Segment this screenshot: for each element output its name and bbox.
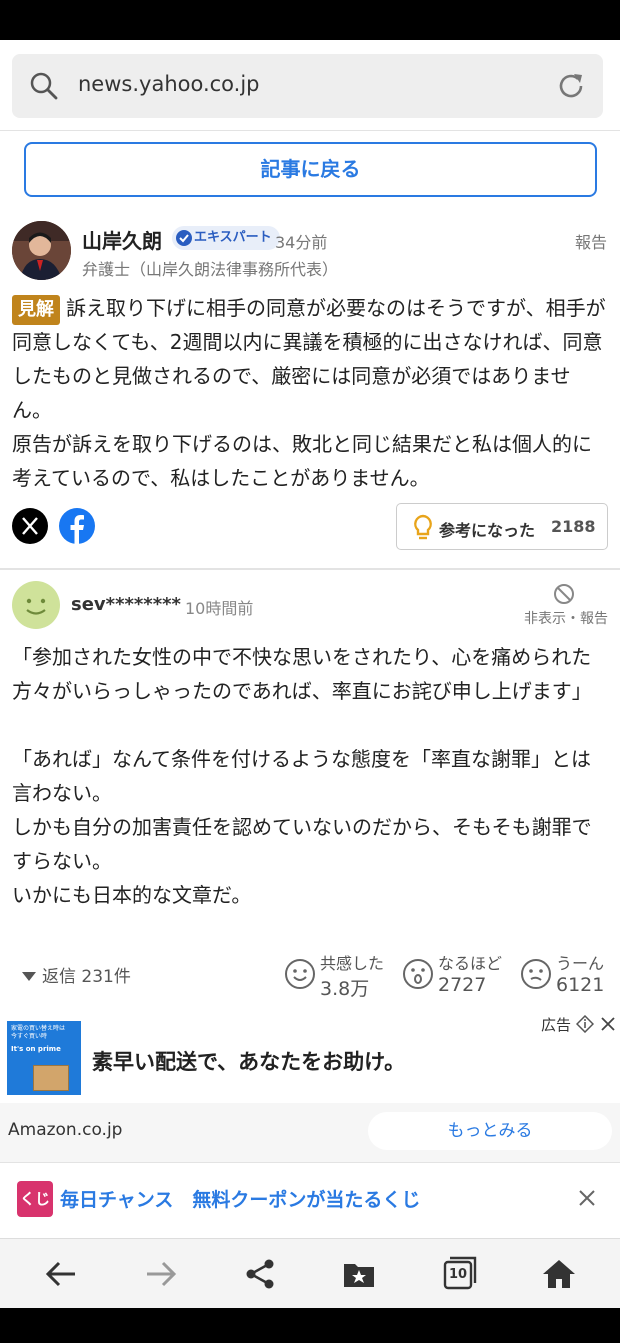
banner-text[interactable]: 毎日チャンス 無料クーポンが当たるくじ [60, 1185, 420, 1212]
x-share-icon[interactable] [12, 508, 48, 544]
report-link[interactable]: 報告 [575, 229, 607, 253]
hide-report-link[interactable]: 非表示・報告 [524, 608, 608, 628]
helpful-button[interactable]: 参考になった 2188 [396, 503, 608, 550]
bookmark-folder-icon[interactable] [342, 1258, 376, 1290]
kuji-icon[interactable]: くじ [17, 1181, 53, 1217]
back-arrow-icon[interactable] [44, 1258, 78, 1290]
reaction-count: 6121 [556, 974, 605, 996]
replies-toggle[interactable]: 返信 231件 [22, 962, 131, 987]
reaction-count: 3.8万 [320, 978, 370, 1000]
divider [0, 1162, 620, 1163]
ad-source: Amazon.co.jp [8, 1120, 123, 1140]
banner-close-icon[interactable] [577, 1188, 597, 1208]
smile-face-icon [285, 959, 315, 989]
reaction-label: なるほど [438, 954, 503, 973]
search-icon [30, 72, 58, 100]
home-icon[interactable] [541, 1258, 577, 1290]
helpful-count: 2188 [551, 517, 596, 536]
reaction-label: 共感した [320, 954, 385, 973]
helpful-label: 参考になった [439, 521, 536, 540]
expert-title: 弁護士（山岸久朗法律事務所代表） [82, 260, 339, 279]
expert-badge: エキスパート [172, 226, 280, 250]
back-to-article-button[interactable]: 記事に戻る [24, 142, 597, 197]
replies-label: 返信 231件 [42, 967, 131, 987]
verified-icon [176, 230, 192, 246]
expert-comment-body: 見解 訴え取り下げに相手の同意が必要なのはそうですが、相手が同意しなくても、2週間… [12, 291, 608, 495]
url-bar[interactable]: news.yahoo.co.jp [12, 54, 603, 118]
expert-comment-text: 訴え取り下げに相手の同意が必要なのはそうですが、相手が同意しなくても、2週間以内… [12, 296, 606, 490]
package-icon [33, 1065, 69, 1091]
ad-image-text: 家電の買い替え時は 今すぐ買い時 [11, 1025, 66, 1040]
reload-icon[interactable] [555, 70, 587, 102]
divider [0, 130, 620, 131]
expert-name[interactable]: 山岸久朗 [82, 225, 162, 254]
ad-image-prime-text: It's on prime [11, 1045, 61, 1053]
tab-count: 10 [448, 1267, 468, 1282]
user-comment-time: 10時間前 [185, 599, 254, 618]
expert-time: 34分前 [275, 233, 328, 252]
status-bar [0, 0, 620, 40]
forward-arrow-icon[interactable] [144, 1258, 178, 1290]
ad-label: 広告 [541, 1016, 572, 1034]
triangle-down-icon [22, 972, 36, 981]
ad-info-icon[interactable] [576, 1015, 594, 1033]
share-icon[interactable] [243, 1258, 277, 1290]
reaction-count: 2727 [438, 974, 487, 996]
url-text[interactable]: news.yahoo.co.jp [78, 72, 260, 96]
user-comment-body: 「参加された女性の中で不快な思いをされたり、心を痛められた方々がいらっしゃったの… [12, 645, 592, 907]
user-avatar-icon [12, 581, 60, 629]
divider [0, 568, 620, 570]
thinking-face-icon [521, 959, 551, 989]
lightbulb-icon [414, 514, 432, 540]
ad-close-icon[interactable] [599, 1015, 617, 1033]
hide-icon[interactable] [553, 583, 575, 605]
expert-avatar[interactable] [12, 221, 71, 280]
badge-label: エキスパート [194, 230, 272, 245]
ad-headline[interactable]: 素早い配送で、あなたをお助け。 [92, 1046, 405, 1076]
surprised-face-icon [403, 959, 433, 989]
reaction-label: うーん [556, 954, 605, 973]
facebook-share-icon[interactable] [59, 508, 95, 544]
browser-toolbar: 10 [0, 1238, 620, 1308]
ad-image[interactable]: 家電の買い替え時は 今すぐ買い時 It's on prime [7, 1021, 81, 1095]
user-name[interactable]: sev******** [71, 594, 181, 615]
opinion-tag: 見解 [12, 295, 60, 325]
system-nav-bar [0, 1308, 620, 1343]
ad-more-button[interactable]: もっとみる [368, 1112, 612, 1150]
